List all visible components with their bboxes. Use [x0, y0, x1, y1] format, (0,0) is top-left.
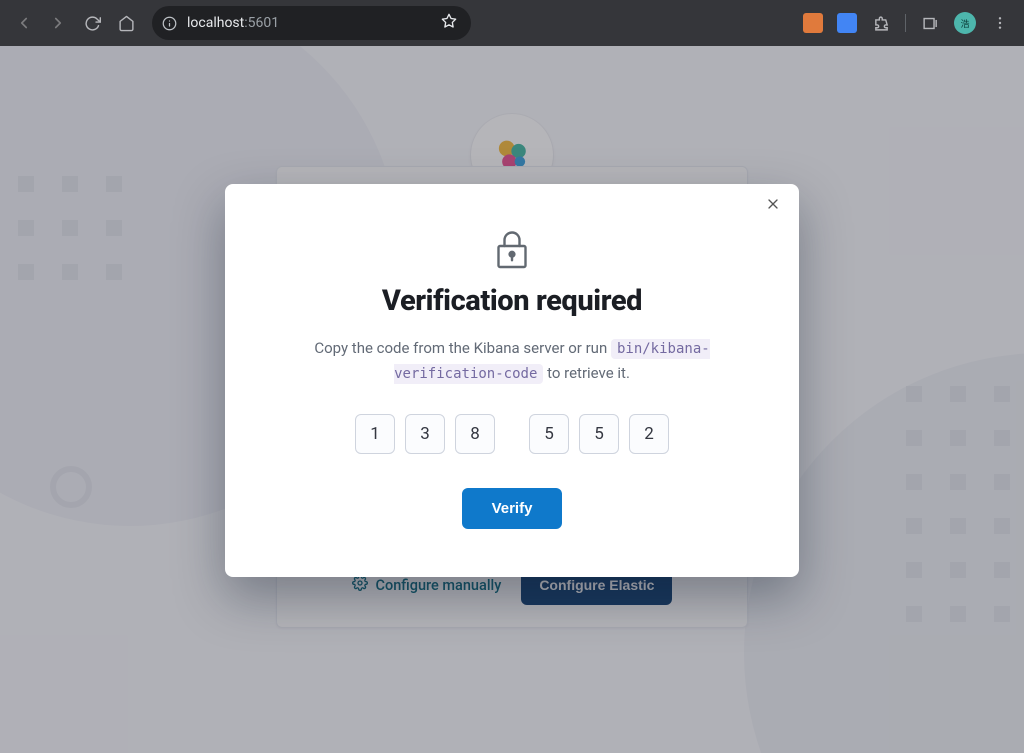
extension-icon[interactable] — [803, 13, 823, 33]
browser-right-controls: 浩 — [803, 12, 1016, 34]
code-digit-input[interactable]: 8 — [455, 414, 495, 454]
extension-icon[interactable] — [837, 13, 857, 33]
code-digit-input[interactable]: 2 — [629, 414, 669, 454]
code-digit-value: 5 — [544, 424, 554, 444]
code-digit-value: 3 — [420, 424, 430, 444]
browser-nav — [8, 13, 136, 33]
profile-avatar[interactable]: 浩 — [954, 12, 976, 34]
verify-button[interactable]: Verify — [462, 488, 563, 529]
address-bar[interactable]: localhost:5601 — [152, 6, 471, 40]
site-info-icon[interactable] — [162, 16, 177, 31]
verify-label: Verify — [492, 500, 533, 517]
modal-title: Verification required — [281, 284, 743, 318]
code-digit-value: 8 — [470, 424, 480, 444]
bookmark-star-icon[interactable] — [441, 13, 457, 33]
media-icon[interactable] — [920, 13, 940, 33]
browser-chrome: localhost:5601 浩 — [0, 0, 1024, 46]
code-digit-input[interactable]: 1 — [355, 414, 395, 454]
code-digit-value: 2 — [644, 424, 654, 444]
url-port: :5601 — [244, 15, 279, 31]
page-body: Configure manually Configure Elastic Ver… — [0, 46, 1024, 753]
code-digit-input[interactable]: 3 — [405, 414, 445, 454]
home-icon[interactable] — [116, 13, 136, 33]
verification-modal: Verification required Copy the code from… — [225, 184, 799, 577]
modal-description: Copy the code from the Kibana server or … — [281, 336, 743, 386]
forward-icon[interactable] — [48, 13, 68, 33]
modal-desc-text: Copy the code from the Kibana server or … — [314, 339, 611, 357]
code-digit-value: 1 — [370, 424, 380, 444]
back-icon[interactable] — [14, 13, 34, 33]
url-text: localhost:5601 — [187, 15, 279, 31]
code-digit-value: 5 — [594, 424, 604, 444]
url-host: localhost — [187, 15, 244, 31]
extensions-puzzle-icon[interactable] — [871, 13, 891, 33]
modal-desc-text: to retrieve it. — [543, 364, 630, 382]
code-digit-input[interactable]: 5 — [529, 414, 569, 454]
code-digit-input[interactable]: 5 — [579, 414, 619, 454]
reload-icon[interactable] — [82, 13, 102, 33]
lock-icon — [281, 228, 743, 270]
kebab-menu-icon[interactable] — [990, 13, 1010, 33]
close-icon[interactable] — [765, 196, 785, 216]
divider — [905, 14, 906, 32]
verification-code-inputs: 1 3 8 5 5 2 — [281, 414, 743, 454]
